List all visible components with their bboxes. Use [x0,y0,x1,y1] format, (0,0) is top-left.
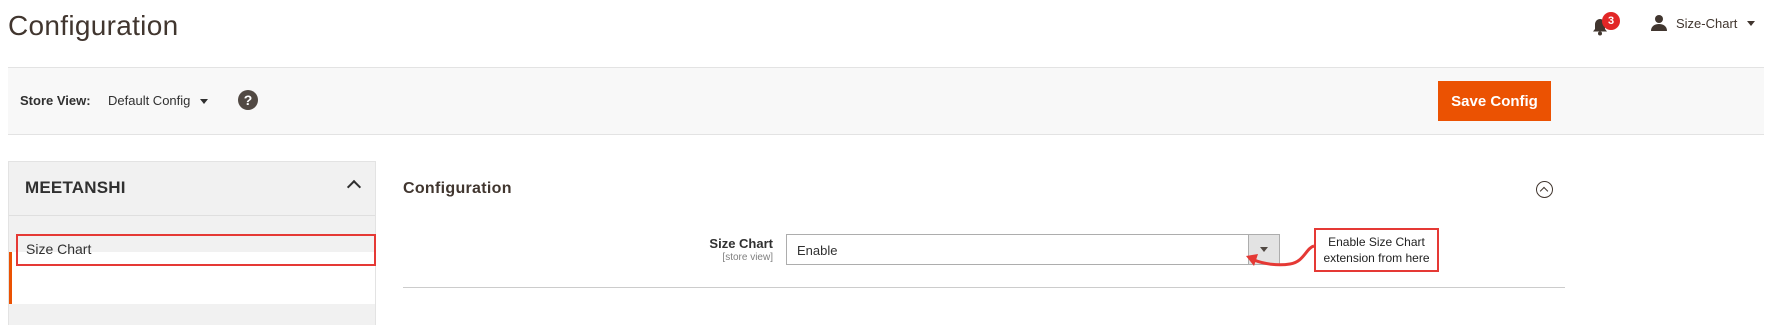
select-value: Enable [797,243,838,258]
field-scope: [store view] [722,252,773,263]
save-config-button[interactable]: Save Config [1438,81,1551,121]
annotation-text-line1: Enable Size Chart [1328,235,1425,249]
chevron-up-icon [346,179,362,195]
caret-down-icon [1747,20,1756,26]
annotation-text-line2: extension from here [1323,251,1430,265]
user-icon [1651,15,1667,31]
user-menu[interactable]: Size-Chart [1650,14,1756,32]
store-view-selected: Default Config [108,93,191,108]
collapse-section-icon[interactable] [1536,181,1553,198]
notifications-button[interactable]: 3 [1590,12,1620,40]
help-icon[interactable]: ? [238,90,258,110]
sidebar-group-header[interactable]: MEETANSHI [9,162,375,216]
user-name: Size-Chart [1676,15,1738,31]
store-view-label: Store View: [20,93,91,108]
size-chart-select[interactable]: Enable [786,234,1280,265]
store-view-switcher[interactable]: Default Config [108,93,209,108]
sidebar-brand-title: MEETANSHI [25,178,126,197]
page-title: Configuration [8,10,179,41]
annotation-arrow-icon [1246,244,1315,267]
caret-down-icon [200,99,209,104]
annotation-callout: Enable Size Chart extension from here [1314,228,1439,272]
section-divider [403,287,1565,288]
section-title: Configuration [403,180,512,197]
store-view-bar: Store View: Default Config ? Save Config [8,67,1764,135]
field-label: Size Chart [709,236,773,251]
notification-count-badge: 3 [1602,12,1620,30]
sidebar-highlight-box [16,234,376,266]
